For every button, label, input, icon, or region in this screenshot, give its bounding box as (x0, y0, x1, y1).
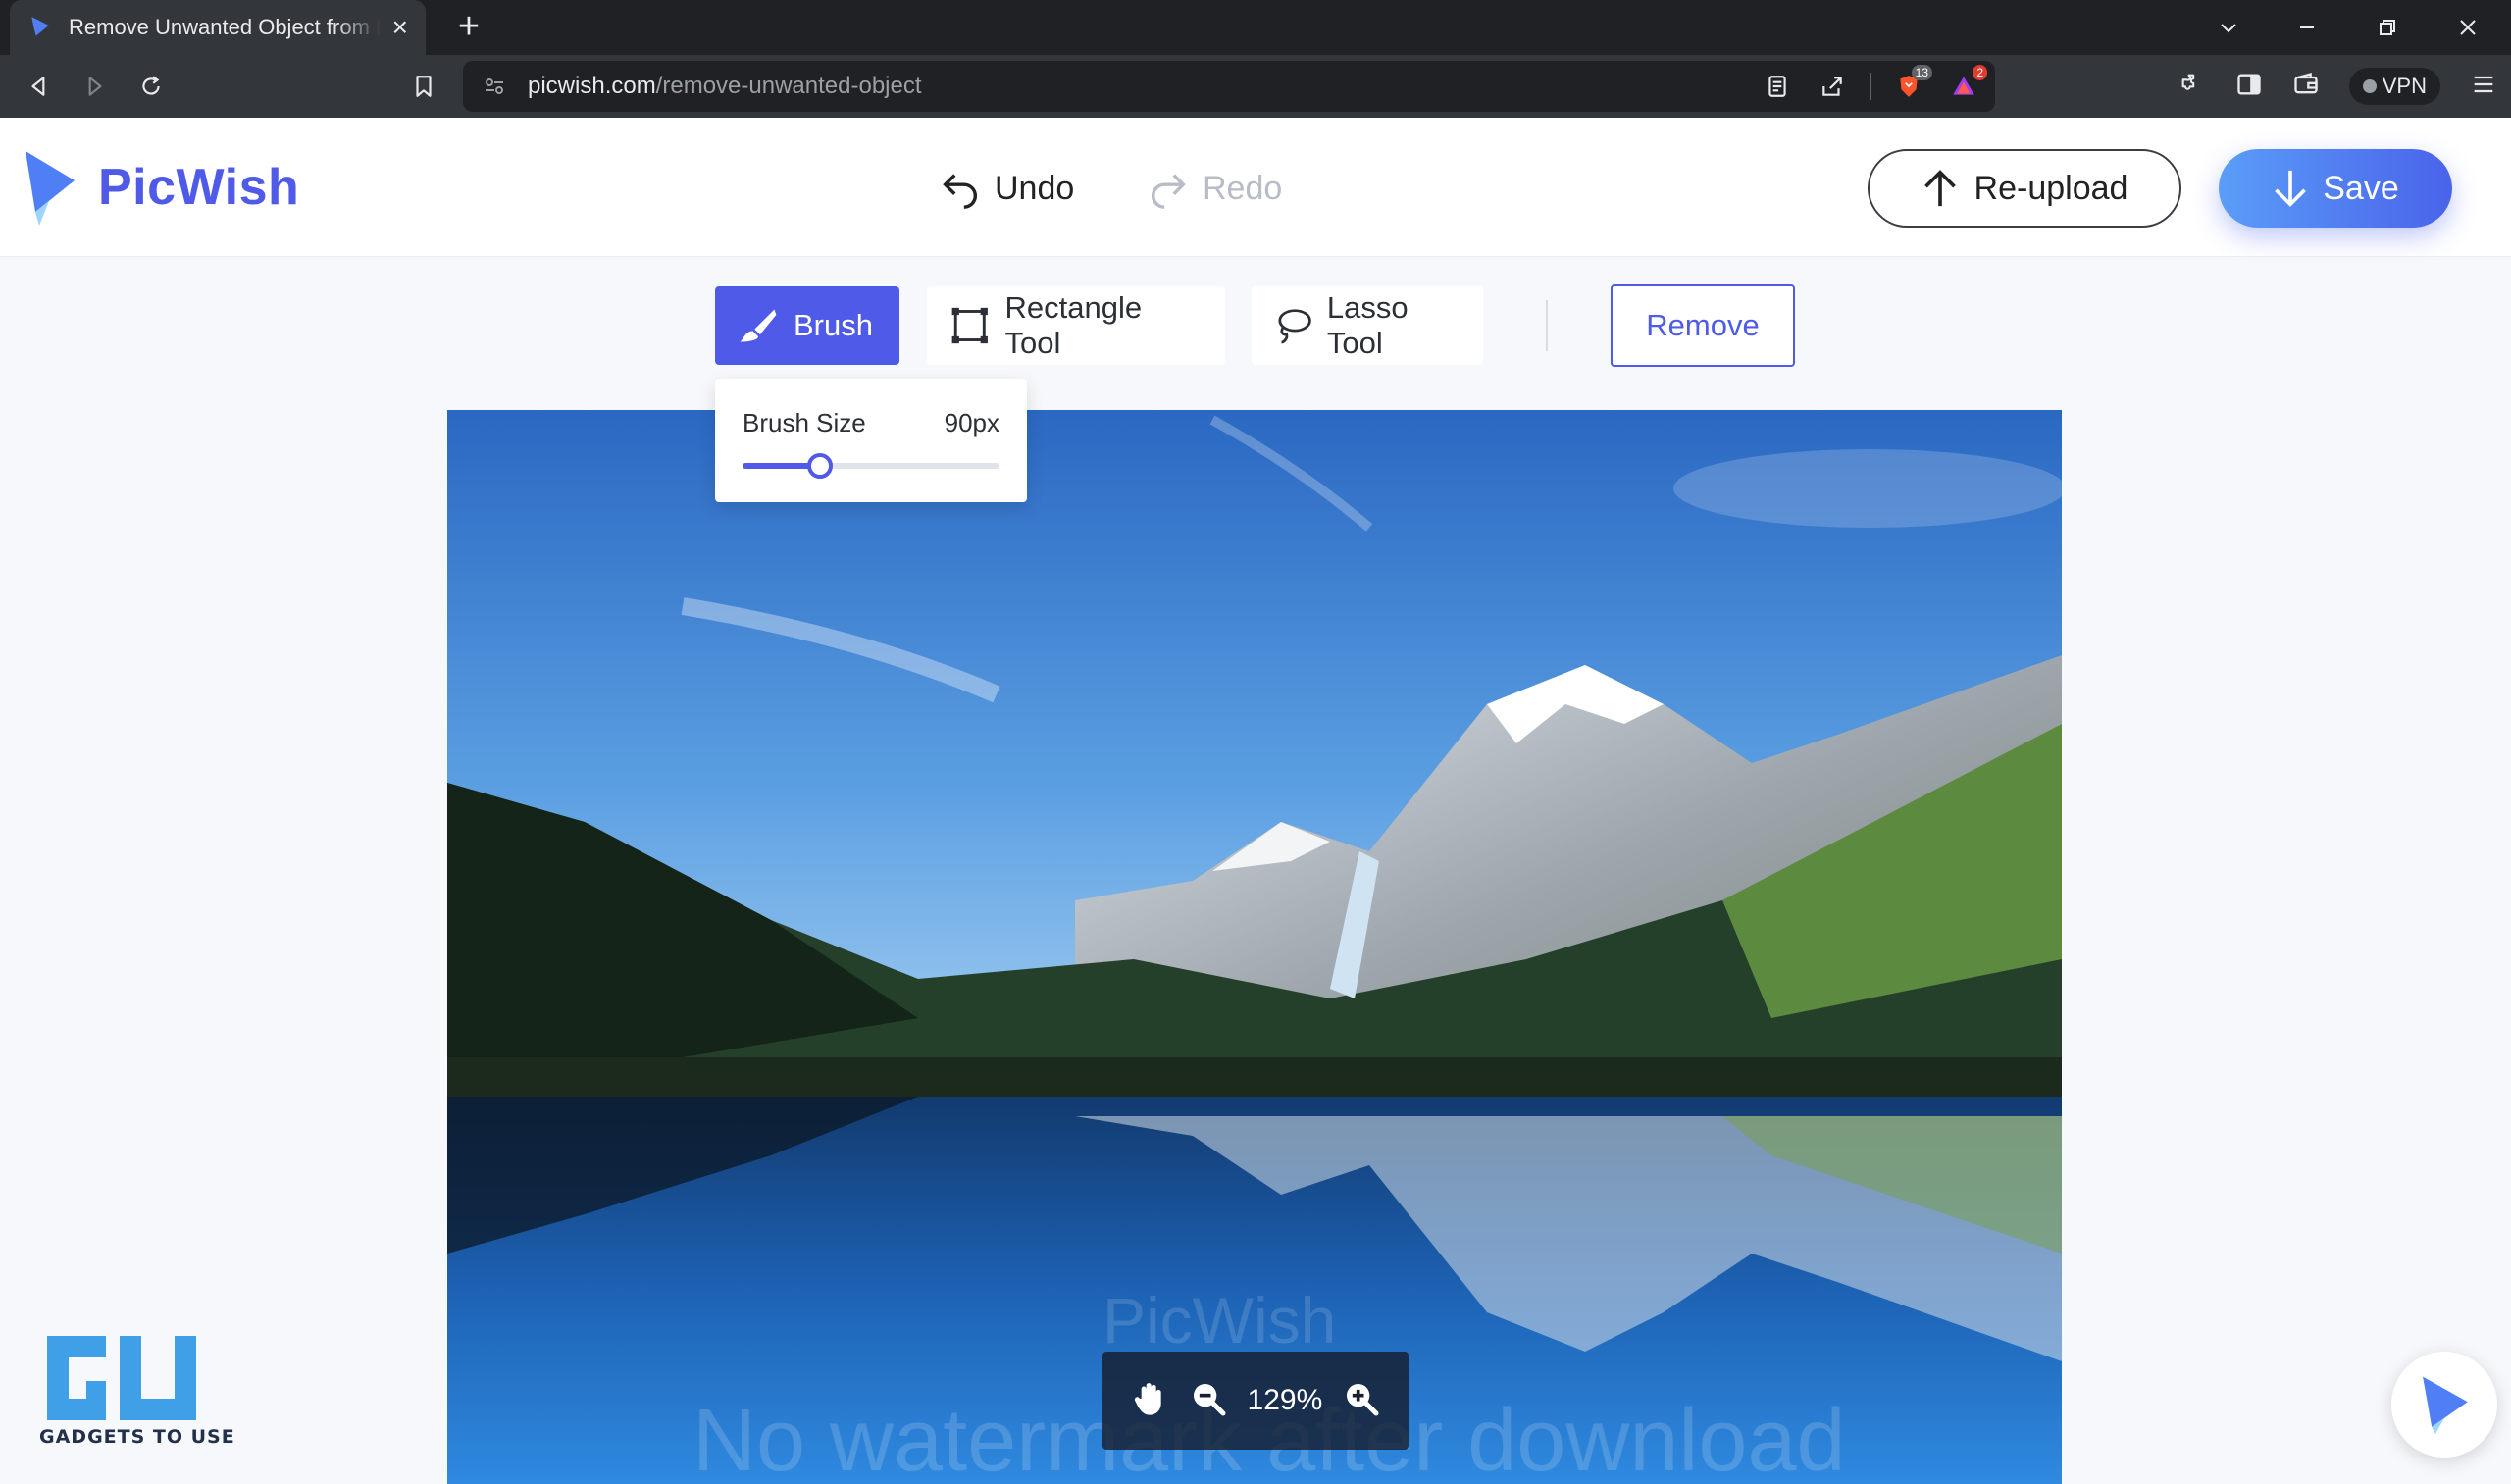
download-arrow-icon (2275, 170, 2307, 207)
undo-label: Undo (995, 169, 1075, 207)
tab-title: Remove Unwanted Object from P (69, 15, 381, 39)
brand-name: PicWish (98, 159, 300, 216)
reload-icon[interactable] (131, 67, 171, 106)
save-label: Save (2323, 169, 2399, 207)
gadgets-to-use-text: GADGETS TO USE (39, 1426, 235, 1448)
rectangle-tool-button[interactable]: Rectangle Tool (927, 286, 1225, 365)
sidebar-toggle-icon[interactable] (2235, 71, 2263, 103)
url-host: picwish.com (528, 73, 656, 99)
bookmark-icon[interactable] (404, 67, 443, 106)
redo-button[interactable]: Redo (1146, 161, 1282, 216)
picwish-assistant-button[interactable] (2391, 1352, 2497, 1458)
canvas-watermark-brand: PicWish (1102, 1284, 1337, 1356)
picwish-logo-icon (26, 151, 75, 226)
image-canvas[interactable]: PicWish No watermark after download (447, 410, 2062, 1484)
save-button[interactable]: Save (2219, 149, 2452, 228)
rectangle-select-icon (951, 307, 988, 344)
lasso-label: Lasso Tool (1326, 290, 1409, 360)
url-path: /remove-unwanted-object (655, 73, 922, 99)
reupload-button[interactable]: Re-upload (1868, 149, 2181, 228)
site-settings-icon[interactable] (483, 75, 506, 98)
vpn-status-icon (2362, 79, 2377, 93)
zoom-out-icon[interactable] (1189, 1379, 1228, 1423)
rewards-badge: 2 (1973, 65, 1987, 80)
vpn-button[interactable]: VPN (2348, 68, 2440, 105)
remove-button[interactable]: Remove (1611, 284, 1795, 367)
pan-hand-icon[interactable] (1130, 1379, 1169, 1423)
undo-button[interactable]: Undo (938, 161, 1074, 216)
menu-icon[interactable] (2470, 71, 2497, 103)
reader-mode-icon[interactable] (1760, 69, 1795, 104)
browser-tab-bar: Remove Unwanted Object from P × + (0, 0, 2511, 55)
back-icon[interactable] (20, 67, 59, 106)
brush-size-popup: Brush Size 90px (715, 379, 1027, 502)
picwish-favicon-icon (31, 17, 49, 36)
undo-icon (943, 174, 977, 209)
zoom-level: 129% (1247, 1384, 1323, 1416)
browser-tab[interactable]: Remove Unwanted Object from P × (10, 0, 426, 55)
close-window-icon[interactable] (2429, 0, 2507, 55)
extensions-icon[interactable] (2178, 71, 2206, 103)
brush-label: Brush (794, 308, 873, 342)
forward-icon[interactable] (75, 67, 114, 106)
rectangle-label: Rectangle Tool (1004, 290, 1143, 360)
brush-icon (740, 309, 777, 342)
browser-toolbar: picwish.com /remove-unwanted-object 13 2 (0, 55, 2511, 118)
brush-tool-button[interactable]: Brush (715, 286, 899, 365)
vpn-label: VPN (2382, 74, 2427, 98)
wallet-icon[interactable] (2292, 71, 2320, 103)
zoom-in-icon[interactable] (1342, 1379, 1381, 1423)
upload-arrow-icon (1923, 170, 1956, 207)
brave-shields-icon[interactable]: 13 (1891, 65, 1932, 104)
brush-size-value: 90px (944, 408, 999, 437)
lasso-icon (1278, 309, 1311, 344)
share-icon[interactable] (1815, 69, 1850, 104)
brush-size-slider[interactable] (743, 453, 999, 479)
reupload-label: Re-upload (1973, 169, 2128, 207)
shields-badge: 13 (1911, 65, 1932, 80)
lasso-tool-button[interactable]: Lasso Tool (1252, 286, 1483, 365)
brush-size-label: Brush Size (743, 408, 866, 437)
redo-label: Redo (1203, 169, 1283, 207)
brave-rewards-icon[interactable]: 2 (1946, 65, 1987, 104)
address-divider (1870, 73, 1871, 100)
app-header: PicWish Undo Redo Re-upload Save (0, 118, 2511, 257)
toolbar-divider (1546, 300, 1548, 351)
zoom-controls: 129% (1102, 1352, 1409, 1450)
redo-icon (1152, 174, 1186, 209)
brush-size-slider-thumb[interactable] (806, 453, 833, 479)
picwish-fab-icon (2423, 1376, 2468, 1435)
tab-close-icon[interactable]: × (392, 14, 408, 41)
address-bar[interactable]: picwish.com /remove-unwanted-object 13 2 (463, 61, 1995, 112)
picwish-logo[interactable]: PicWish (20, 147, 299, 228)
tab-search-chevron-icon[interactable] (2189, 0, 2268, 55)
new-tab-icon[interactable]: + (449, 8, 488, 47)
minimize-icon[interactable] (2268, 0, 2346, 55)
restore-icon[interactable] (2348, 0, 2427, 55)
